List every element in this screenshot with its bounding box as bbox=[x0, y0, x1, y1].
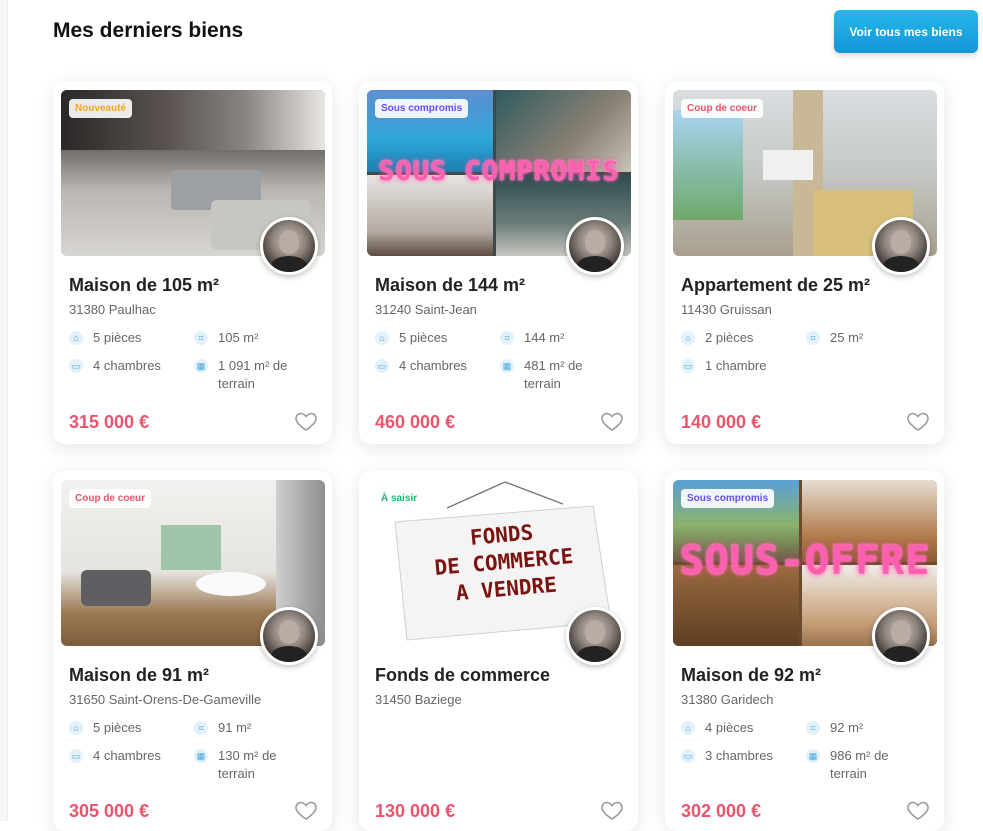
bedrooms-feature: ▭ 4 chambres bbox=[375, 357, 495, 375]
favorite-heart-icon[interactable] bbox=[906, 798, 930, 822]
property-card[interactable]: FONDS DE COMMERCE A VENDRE À saisir Fond… bbox=[359, 471, 638, 831]
bed-icon: ▭ bbox=[375, 359, 389, 373]
property-price: 302 000 € bbox=[681, 801, 762, 821]
section-title: Mes derniers biens bbox=[53, 19, 244, 42]
bedrooms-feature: ▭ 3 chambres bbox=[681, 747, 801, 765]
favorite-heart-icon[interactable] bbox=[600, 798, 624, 822]
land-icon: ▦ bbox=[194, 359, 208, 373]
property-title[interactable]: Maison de 144 m² bbox=[375, 275, 525, 296]
property-city: 31240 Saint-Jean bbox=[375, 302, 477, 317]
property-title[interactable]: Maison de 91 m² bbox=[69, 665, 209, 686]
bedrooms-feature: ▭ 4 chambres bbox=[69, 747, 189, 765]
favorite-heart-icon[interactable] bbox=[906, 409, 930, 433]
agent-avatar[interactable] bbox=[872, 607, 930, 665]
favorite-heart-icon[interactable] bbox=[600, 409, 624, 433]
property-price: 460 000 € bbox=[375, 412, 456, 432]
house-icon: ⌂ bbox=[69, 721, 83, 735]
property-card[interactable]: Coup de coeur Appartement de 25 m² 11430… bbox=[665, 81, 944, 444]
land-icon: ▦ bbox=[194, 749, 208, 763]
favorite-heart-icon[interactable] bbox=[294, 409, 318, 433]
area-icon: ⌗ bbox=[500, 331, 514, 345]
property-card[interactable]: Coup de coeur Maison de 91 m² 31650 Sain… bbox=[53, 471, 332, 831]
area-feature: ⌗ 25 m² bbox=[806, 329, 936, 347]
property-card[interactable]: SOUS-OFFRE Sous compromis Maison de 92 m… bbox=[665, 471, 944, 831]
bed-icon: ▭ bbox=[681, 749, 695, 763]
bedrooms-feature: ▭ 1 chambre bbox=[681, 357, 801, 375]
agent-avatar[interactable] bbox=[566, 217, 624, 275]
property-price: 315 000 € bbox=[69, 412, 150, 432]
area-feature: ⌗ 92 m² bbox=[806, 719, 936, 737]
area-feature: ⌗ 144 m² bbox=[500, 329, 630, 347]
status-badge: Coup de coeur bbox=[69, 489, 152, 508]
agent-avatar[interactable] bbox=[260, 217, 318, 275]
land-icon: ▦ bbox=[806, 749, 820, 763]
rooms-feature: ⌂ 2 pièces bbox=[681, 329, 801, 347]
land-icon: ▦ bbox=[500, 359, 514, 373]
property-price: 140 000 € bbox=[681, 412, 762, 432]
status-badge: Coup de coeur bbox=[681, 99, 764, 118]
property-title[interactable]: Appartement de 25 m² bbox=[681, 275, 870, 296]
property-city: 31650 Saint-Orens-De-Gameville bbox=[69, 692, 262, 707]
agent-avatar[interactable] bbox=[260, 607, 318, 665]
rooms-feature: ⌂ 4 pièces bbox=[681, 719, 801, 737]
bedrooms-feature: ▭ 4 chambres bbox=[69, 357, 189, 375]
see-all-properties-button[interactable]: Voir tous mes biens bbox=[834, 10, 978, 53]
property-city: 31380 Paulhac bbox=[69, 302, 156, 317]
favorite-heart-icon[interactable] bbox=[294, 798, 318, 822]
rooms-feature: ⌂ 5 pièces bbox=[375, 329, 495, 347]
status-overlay-text: SOUS-OFFRE bbox=[679, 538, 931, 584]
property-price: 130 000 € bbox=[375, 801, 456, 821]
property-city: 31380 Garidech bbox=[681, 692, 774, 707]
agent-avatar[interactable] bbox=[872, 217, 930, 275]
bed-icon: ▭ bbox=[681, 359, 695, 373]
area-icon: ⌗ bbox=[194, 721, 208, 735]
area-icon: ⌗ bbox=[806, 721, 820, 735]
property-city: 11430 Gruissan bbox=[681, 302, 772, 317]
status-badge: Sous compromis bbox=[681, 489, 775, 508]
property-price: 305 000 € bbox=[69, 801, 150, 821]
bed-icon: ▭ bbox=[69, 749, 83, 763]
rooms-feature: ⌂ 5 pièces bbox=[69, 719, 189, 737]
bed-icon: ▭ bbox=[69, 359, 83, 373]
area-feature: ⌗ 91 m² bbox=[194, 719, 324, 737]
property-card[interactable]: SOUS COMPROMIS Sous compromis Maison de … bbox=[359, 81, 638, 444]
house-icon: ⌂ bbox=[681, 331, 695, 345]
property-title[interactable]: Maison de 105 m² bbox=[69, 275, 219, 296]
status-overlay-text: SOUS COMPROMIS bbox=[378, 156, 620, 187]
rooms-feature: ⌂ 5 pièces bbox=[69, 329, 189, 347]
property-city: 31450 Baziege bbox=[375, 692, 462, 707]
agent-avatar[interactable] bbox=[566, 607, 624, 665]
status-badge: À saisir bbox=[381, 493, 418, 504]
land-feature: ▦ 986 m² de terrain bbox=[806, 747, 936, 783]
property-title[interactable]: Fonds de commerce bbox=[375, 665, 550, 686]
house-icon: ⌂ bbox=[375, 331, 389, 345]
house-icon: ⌂ bbox=[69, 331, 83, 345]
house-icon: ⌂ bbox=[681, 721, 695, 735]
land-feature: ▦ 481 m² de terrain bbox=[500, 357, 630, 393]
property-title[interactable]: Maison de 92 m² bbox=[681, 665, 821, 686]
land-feature: ▦ 1 091 m² de terrain bbox=[194, 357, 324, 393]
property-card[interactable]: Nouveauté Maison de 105 m² 31380 Paulhac… bbox=[53, 81, 332, 444]
area-icon: ⌗ bbox=[806, 331, 820, 345]
status-badge: Sous compromis bbox=[375, 99, 469, 118]
area-feature: ⌗ 105 m² bbox=[194, 329, 324, 347]
status-badge: Nouveauté bbox=[69, 99, 133, 118]
area-icon: ⌗ bbox=[194, 331, 208, 345]
land-feature: ▦ 130 m² de terrain bbox=[194, 747, 324, 783]
left-border bbox=[0, 0, 8, 821]
